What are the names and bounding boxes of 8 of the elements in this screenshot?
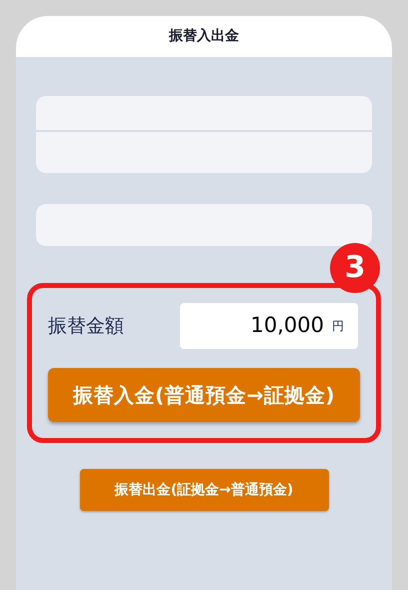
withdraw-button[interactable]: 振替出金(証拠金→普通預金) bbox=[80, 469, 328, 511]
amount-field[interactable]: 10,000 円 bbox=[180, 303, 358, 349]
window-title: 振替入出金 bbox=[169, 27, 239, 46]
unit-label: 円 bbox=[332, 318, 344, 335]
deposit-button[interactable]: 振替入金(普通預金→証拠金) bbox=[48, 368, 360, 422]
step-badge: 3 bbox=[330, 243, 380, 293]
amount-label: 振替金額 bbox=[48, 314, 124, 339]
amount-value: 10,000 bbox=[250, 312, 324, 340]
